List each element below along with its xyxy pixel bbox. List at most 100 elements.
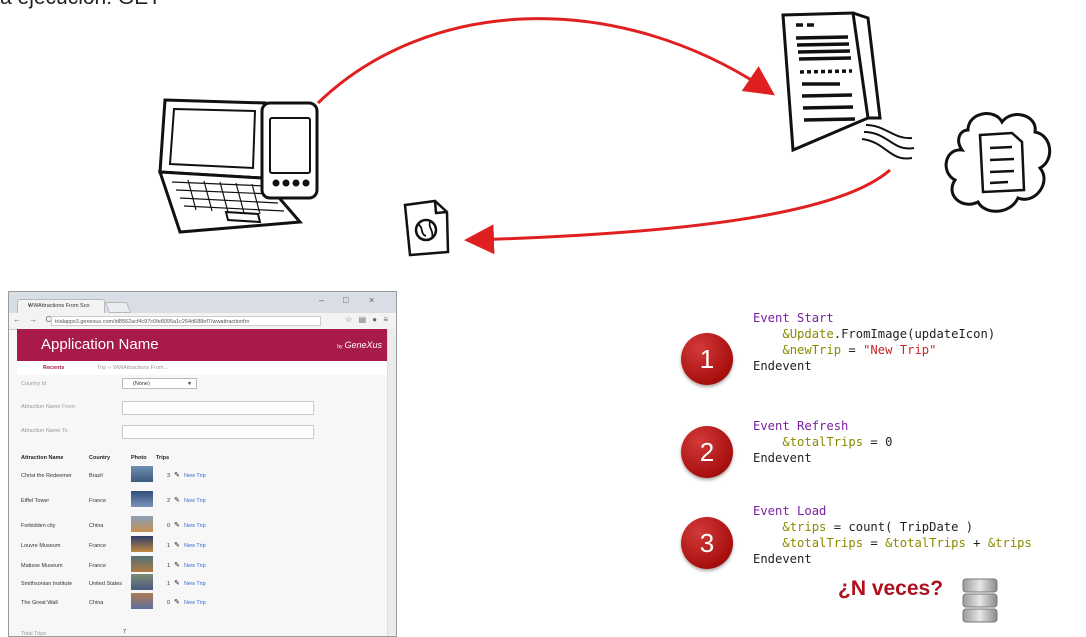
country-cell: France <box>89 498 107 504</box>
page-content: Country Id (None) ▼ Attraction Name From … <box>17 375 390 637</box>
pencil-icon[interactable]: ✎ <box>174 496 180 504</box>
total-trips-label: Total Trips <box>21 631 47 637</box>
code-token: = count( TripDate ) <box>826 520 974 534</box>
country-cell: France <box>89 543 107 549</box>
event-header: Event Start <box>753 311 834 325</box>
trips-count-cell: 1 <box>167 543 171 549</box>
url-field[interactable]: trialapps3.genexus.com/id8562acf4c97c0fe… <box>51 316 321 326</box>
trips-count-cell: 2 <box>167 498 171 504</box>
col-photo[interactable]: Photo <box>131 455 147 461</box>
photo-thumbnail <box>131 491 153 507</box>
country-cell: China <box>89 523 104 529</box>
chevron-down-icon: ▼ <box>187 381 192 387</box>
app-name: Application Name <box>41 336 159 353</box>
col-attraction-name[interactable]: Attraction Name <box>21 455 63 461</box>
variable-token: &newTrip <box>782 343 842 357</box>
minimize-icon[interactable]: – <box>319 295 324 305</box>
photo-thumbnail <box>131 536 153 552</box>
code-line: &totalTrips = &totalTrips + &trips <box>753 535 1032 551</box>
new-trip-link[interactable]: New Trip <box>184 581 206 587</box>
step-number-badge: 3 <box>681 517 733 569</box>
web-page-icon <box>403 199 450 257</box>
app-header: Application Name by GeneXus <box>17 329 390 361</box>
country-cell: France <box>89 563 107 569</box>
extension-icons[interactable]: ☆ ▤ ● ≡ <box>345 315 390 324</box>
photo-thumbnail <box>131 593 153 609</box>
pencil-icon[interactable]: ✎ <box>174 541 180 549</box>
pencil-icon[interactable]: ✎ <box>174 471 180 479</box>
scrollbar[interactable] <box>387 329 396 636</box>
trips-count-cell: 1 <box>167 563 171 569</box>
close-window-icon[interactable]: × <box>369 295 374 305</box>
trips-count-cell: 1 <box>167 581 171 587</box>
country-cell: Brazil <box>89 473 103 479</box>
request-arrow <box>316 17 775 105</box>
new-trip-link[interactable]: New Trip <box>184 543 206 549</box>
new-trip-link[interactable]: New Trip <box>184 498 206 504</box>
photo-thumbnail <box>131 516 153 532</box>
new-trip-link[interactable]: New Trip <box>184 563 206 569</box>
country-select[interactable]: (None) ▼ <box>122 378 197 389</box>
name-from-input[interactable] <box>122 401 314 415</box>
event-code-block: Event Start &Update.FromImage(updateIcon… <box>753 310 995 374</box>
tab-close-icon[interactable]: × <box>28 303 100 309</box>
new-trip-link[interactable]: New Trip <box>184 600 206 606</box>
attraction-name-cell: Christ the Redeemer <box>21 473 72 479</box>
new-trip-link[interactable]: New Trip <box>184 473 206 479</box>
breadcrumb-recents[interactable]: Recents <box>43 365 64 371</box>
event-footer: Endevent <box>753 552 812 566</box>
new-tab-button[interactable] <box>104 302 132 313</box>
col-trips[interactable]: Trips <box>156 455 169 461</box>
code-token: + <box>965 536 988 550</box>
maximize-icon[interactable]: □ <box>343 295 348 305</box>
filter-label-name-from: Attraction Name From <box>21 404 75 410</box>
pencil-icon[interactable]: ✎ <box>174 521 180 529</box>
variable-token: &Update <box>782 327 834 341</box>
pencil-icon[interactable]: ✎ <box>174 598 180 606</box>
event-footer: Endevent <box>753 451 812 465</box>
event-code-block: Event Refresh &totalTrips = 0 Endevent <box>753 418 892 466</box>
string-token: "New Trip" <box>863 343 937 357</box>
cloud-document-icon <box>944 112 1051 213</box>
event-footer: Endevent <box>753 359 812 373</box>
navigation-icons[interactable]: ← → C <box>13 315 54 324</box>
database-icon <box>962 578 998 623</box>
breadcrumb: Recents Trip ›› WWAttractions From... <box>17 361 390 376</box>
code-line: &newTrip = "New Trip" <box>753 342 995 358</box>
genexus-logo: by GeneXus <box>337 340 382 350</box>
event-code-block: Event Load &trips = count( TripDate ) &t… <box>753 503 1032 567</box>
trips-count-cell: 0 <box>167 600 171 606</box>
attraction-name-cell: Smithsonian Institute <box>21 581 73 587</box>
event-header: Event Load <box>753 504 827 518</box>
name-to-input[interactable] <box>122 425 314 439</box>
server-icon <box>781 11 915 160</box>
trips-count-cell: 0 <box>167 523 171 529</box>
pencil-icon[interactable]: ✎ <box>174 579 180 587</box>
filter-label-country: Country Id <box>21 381 47 387</box>
browser-tab[interactable]: WWAttractions From Sco × <box>17 299 105 313</box>
n-times-annotation: ¿N veces? <box>838 577 944 600</box>
request-response-diagram <box>157 11 1051 257</box>
total-trips-value: 7 <box>123 629 127 635</box>
photo-thumbnail <box>131 574 153 590</box>
attraction-name-cell: Eiffel Tower <box>21 498 50 504</box>
variable-token: &totalTrips <box>782 536 864 550</box>
smartphone-icon <box>260 101 319 200</box>
trips-count-cell: 3 <box>167 473 171 479</box>
photo-thumbnail <box>131 556 153 572</box>
new-trip-link[interactable]: New Trip <box>184 523 206 529</box>
attraction-name-cell: Forbidden city <box>21 523 56 529</box>
filter-label-name-to: Attraction Name To <box>21 428 68 434</box>
country-cell: China <box>89 600 104 606</box>
code-line: &Update.FromImage(updateIcon) <box>753 326 995 342</box>
col-country[interactable]: Country <box>89 455 110 461</box>
browser-screenshot: WWAttractions From Sco × – □ × ← → C tri… <box>8 291 397 637</box>
response-arrow <box>464 168 891 255</box>
code-line: &totalTrips = 0 <box>753 434 892 450</box>
variable-token: &totalTrips <box>782 435 864 449</box>
variable-token: &trips <box>782 520 827 534</box>
breadcrumb-current[interactable]: Trip ›› WWAttractions From... <box>97 365 168 371</box>
photo-thumbnail <box>131 466 153 482</box>
code-line: &trips = count( TripDate ) <box>753 519 1032 535</box>
pencil-icon[interactable]: ✎ <box>174 561 180 569</box>
